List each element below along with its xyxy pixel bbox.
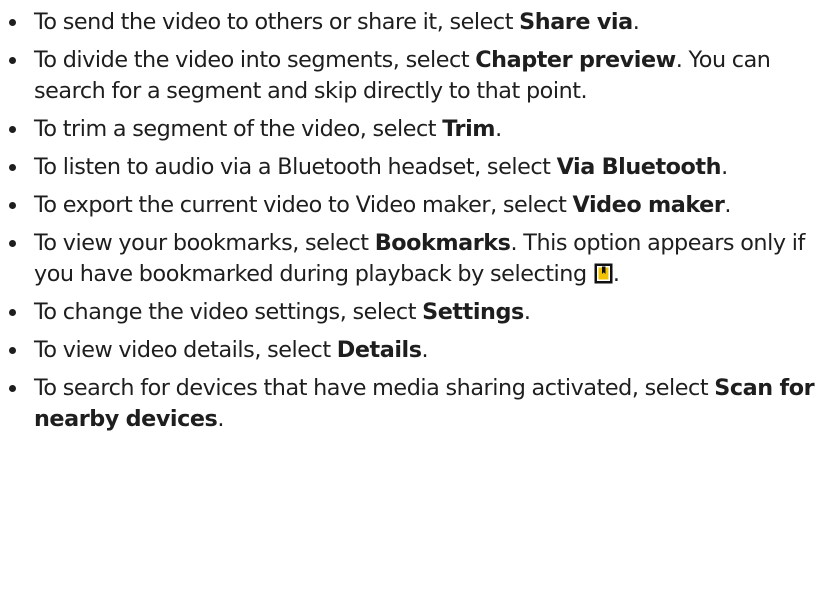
list-item-trim: To trim a segment of the video, select T… (0, 114, 823, 145)
bullet-icon (9, 126, 16, 133)
list-item-scan-nearby-devices: To search for devices that have media sh… (0, 373, 823, 435)
bullet-icon (9, 385, 16, 392)
menu-option-name: Bookmarks (374, 230, 511, 256)
item-text-end: . (612, 261, 620, 287)
list-item-chapter-preview: To divide the video into segments, selec… (0, 45, 823, 107)
item-text: To view video details, select (34, 337, 337, 363)
manual-page: To send the video to others or share it,… (0, 0, 823, 594)
item-text-end: . (721, 154, 728, 180)
menu-option-name: Trim (442, 116, 496, 142)
list-item-video-maker: To export the current video to Video mak… (0, 190, 823, 221)
item-text-end: . (217, 406, 225, 432)
option-list: To send the video to others or share it,… (0, 7, 823, 442)
item-text: To divide the video into segments, selec… (34, 47, 476, 73)
menu-option-name: Video maker (572, 192, 725, 218)
list-item-share-via: To send the video to others or share it,… (0, 7, 823, 38)
list-item-details: To view video details, select Details. (0, 335, 823, 366)
bullet-icon (9, 240, 16, 247)
menu-option-name: Chapter preview (475, 47, 676, 73)
menu-option-name: Details (336, 337, 422, 363)
bookmark-icon (594, 263, 613, 284)
bullet-icon (9, 57, 16, 64)
item-text-end: . (421, 337, 429, 363)
list-item-settings: To change the video settings, select Set… (0, 297, 823, 328)
list-item-bookmarks: To view your bookmarks, select Bookmarks… (0, 228, 823, 290)
menu-option-name: Via Bluetooth (556, 154, 722, 180)
menu-option-name: Settings (422, 299, 524, 325)
item-text: To search for devices that have media sh… (34, 375, 715, 401)
item-text-end: . (523, 299, 531, 325)
item-text: To listen to audio via a Bluetooth heads… (34, 154, 557, 180)
item-text: To trim a segment of the video, select (34, 116, 443, 142)
item-text-end: . (495, 116, 502, 142)
bullet-icon (9, 309, 16, 316)
item-text: To view your bookmarks, select (34, 230, 375, 256)
bullet-icon (9, 19, 16, 26)
list-item-via-bluetooth: To listen to audio via a Bluetooth heads… (0, 152, 823, 183)
item-text: To send the video to others or share it,… (34, 9, 520, 35)
menu-option-name: Share via (519, 9, 633, 35)
item-text-end: . (724, 192, 732, 218)
bullet-icon (9, 164, 16, 171)
bullet-icon (9, 347, 16, 354)
item-text: To export the current video to Video mak… (34, 192, 573, 218)
item-text-end: . (632, 9, 640, 35)
item-text: To change the video settings, select (34, 299, 423, 325)
bullet-icon (9, 202, 16, 209)
